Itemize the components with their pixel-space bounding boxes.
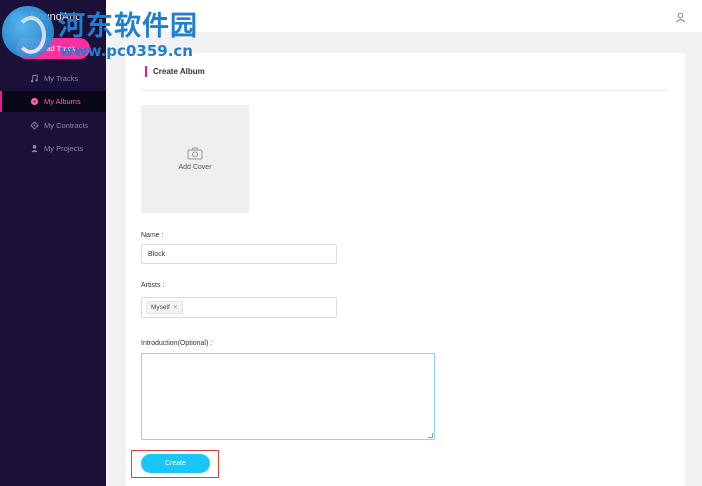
create-album-card: Create Album Add Cover Name : Block Arti… [126,53,685,486]
sidebar-item-label: My Tracks [44,74,79,83]
page-title-text: Create Album [153,66,205,76]
sidebar: SoundArio Upload Track My Tracks My Albu… [0,0,106,486]
top-bar [106,0,702,32]
artists-input[interactable]: Myself ✕ [141,297,337,318]
add-cover-label: Add Cover [178,164,212,171]
upload-track-button[interactable]: Upload Track [16,38,90,59]
user-icon[interactable] [675,10,686,23]
remove-tag-icon[interactable]: ✕ [173,304,178,311]
sidebar-item-label: My Albums [44,97,81,106]
artist-tag-label: Myself [151,304,170,311]
person-icon [30,144,39,153]
artists-label: Artists : [141,282,165,289]
sidebar-item-label: My Projects [44,144,84,153]
introduction-textarea[interactable] [141,353,435,440]
music-note-icon [30,74,39,83]
brand[interactable]: SoundArio [10,8,81,26]
title-accent-bar [145,65,147,77]
artist-tag: Myself ✕ [146,301,183,314]
divider [141,90,668,91]
create-button[interactable]: Create [141,454,210,473]
album-icon [30,97,39,106]
resize-handle-icon[interactable] [428,433,433,438]
brand-name: SoundArio [30,11,82,23]
sidebar-item-my-albums[interactable]: My Albums [0,91,106,112]
sidebar-item-my-projects[interactable]: My Projects [0,138,106,159]
page-title: Create Album [145,65,205,77]
name-input[interactable]: Block [141,244,337,264]
camera-icon [187,147,203,160]
add-cover-button[interactable]: Add Cover [141,105,249,213]
introduction-label: Introduction(Optional) : [141,340,213,347]
name-label: Name : [141,232,164,239]
sidebar-item-label: My Contracts [44,121,89,130]
sidebar-item-my-contracts[interactable]: My Contracts [0,115,106,136]
sidebar-item-my-tracks[interactable]: My Tracks [0,68,106,89]
contract-icon [30,121,39,130]
brand-logo-icon [10,10,24,24]
